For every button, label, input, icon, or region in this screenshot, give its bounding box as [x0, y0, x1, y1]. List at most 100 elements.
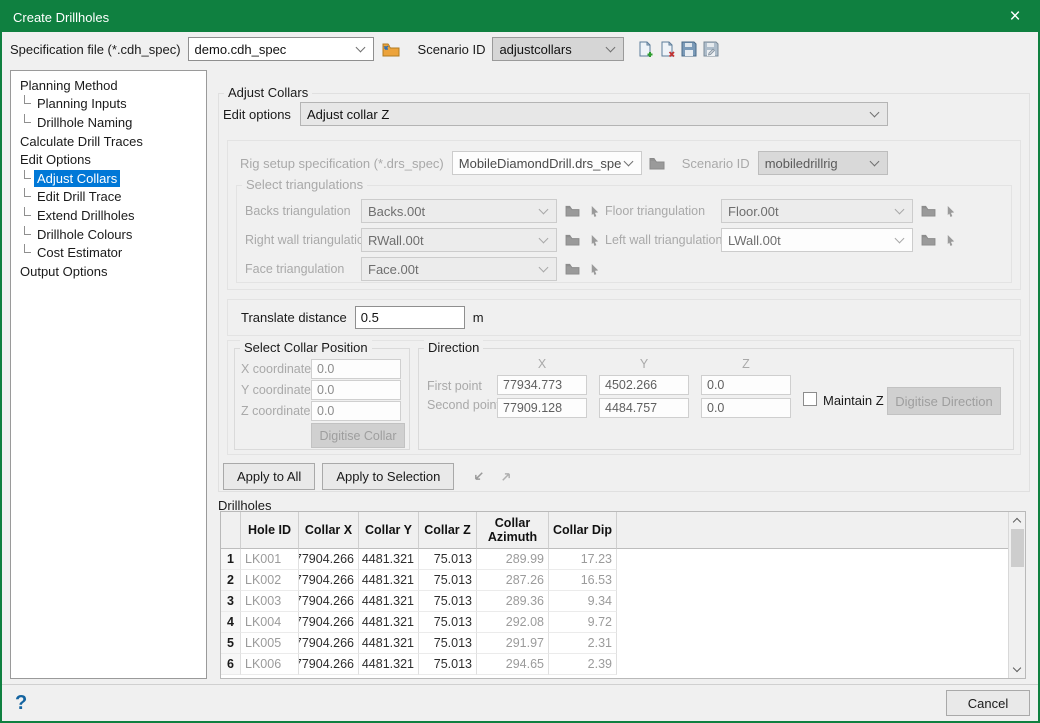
maintain-z-checkbox[interactable]: [803, 392, 817, 406]
chevron-down-icon: [869, 108, 879, 118]
cell-collar-z[interactable]: 75.013: [419, 591, 477, 612]
sidebar-item-adjust-collars[interactable]: Adjust Collars: [17, 169, 206, 188]
window-title: Create Drillholes: [13, 10, 109, 25]
sidebar-item-planning-inputs[interactable]: Planning Inputs: [17, 95, 206, 114]
cell-collar-dip[interactable]: 2.39: [549, 654, 617, 675]
cell-collar-x[interactable]: 77904.266: [299, 633, 359, 654]
pick-cursor-icon: [583, 258, 605, 280]
cancel-button[interactable]: Cancel: [946, 690, 1030, 716]
cell-collar-dip[interactable]: 2.31: [549, 633, 617, 654]
direction-y-header: Y: [599, 357, 689, 371]
cell-hole-id[interactable]: LK005: [241, 633, 299, 654]
cell-collar-y[interactable]: 4481.321: [359, 633, 419, 654]
cell-collar-y[interactable]: 4481.321: [359, 549, 419, 570]
direction-x-header: X: [497, 357, 587, 371]
col-header-collar-azimuth: Collar Azimuth: [477, 512, 549, 549]
face-triangulation-select: Face.00t: [361, 257, 557, 281]
sidebar-item-planning-method[interactable]: Planning Method: [17, 76, 206, 95]
select-collar-position-group: Select Collar Position X coordinate 0.0 …: [234, 348, 410, 450]
cell-collar-x[interactable]: 77904.266: [299, 570, 359, 591]
chevron-down-icon: [895, 205, 905, 215]
cell-collar-y[interactable]: 4481.321: [359, 570, 419, 591]
cell-collar-azimuth[interactable]: 292.08: [477, 612, 549, 633]
scrollbar-thumb[interactable]: [1011, 529, 1024, 567]
cell-hole-id[interactable]: LK003: [241, 591, 299, 612]
cell-collar-dip[interactable]: 17.23: [549, 549, 617, 570]
translate-distance-unit: m: [473, 310, 484, 325]
row-number[interactable]: 6: [221, 654, 241, 675]
cell-collar-z[interactable]: 75.013: [419, 654, 477, 675]
new-scenario-icon[interactable]: [634, 38, 656, 60]
sidebar-item-output-options[interactable]: Output Options: [17, 262, 206, 281]
cell-hole-id[interactable]: LK001: [241, 549, 299, 570]
select-triangulations-title: Select triangulations: [242, 177, 367, 192]
spec-file-select[interactable]: demo.cdh_spec: [188, 37, 374, 61]
main-panel: Adjust Collars Edit options Adjust colla…: [212, 68, 1034, 679]
row-number[interactable]: 4: [221, 612, 241, 633]
scroll-up-icon[interactable]: [1009, 512, 1026, 529]
row-number[interactable]: 3: [221, 591, 241, 612]
apply-to-all-button[interactable]: Apply to All: [223, 463, 315, 490]
open-folder-icon[interactable]: [380, 38, 402, 60]
cell-collar-x[interactable]: 77904.266: [299, 549, 359, 570]
row-number[interactable]: 1: [221, 549, 241, 570]
sidebar-item-edit-drill-trace[interactable]: Edit Drill Trace: [17, 188, 206, 207]
cell-collar-x[interactable]: 77904.266: [299, 654, 359, 675]
scenario-id-select[interactable]: adjustcollars: [492, 37, 624, 61]
delete-scenario-icon[interactable]: [656, 38, 678, 60]
sidebar-item-drillhole-colours[interactable]: Drillhole Colours: [17, 225, 206, 244]
cell-hole-id[interactable]: LK006: [241, 654, 299, 675]
table-vertical-scrollbar[interactable]: [1008, 512, 1025, 678]
cell-collar-z[interactable]: 75.013: [419, 612, 477, 633]
translate-distance-input[interactable]: [355, 306, 465, 329]
cell-collar-y[interactable]: 4481.321: [359, 612, 419, 633]
close-icon[interactable]: ×: [998, 2, 1032, 32]
cell-collar-z[interactable]: 75.013: [419, 549, 477, 570]
cell-collar-x[interactable]: 77904.266: [299, 591, 359, 612]
scroll-down-icon[interactable]: [1009, 661, 1026, 678]
z-coordinate-label: Z coordinate: [241, 404, 311, 418]
cell-hole-id[interactable]: LK002: [241, 570, 299, 591]
chevron-down-icon: [539, 263, 549, 273]
cell-collar-dip[interactable]: 9.34: [549, 591, 617, 612]
edit-options-label: Edit options: [223, 107, 291, 122]
cell-collar-z[interactable]: 75.013: [419, 633, 477, 654]
cell-collar-y[interactable]: 4481.321: [359, 654, 419, 675]
cell-collar-azimuth[interactable]: 287.26: [477, 570, 549, 591]
cell-collar-azimuth[interactable]: 289.36: [477, 591, 549, 612]
drillholes-table: Hole ID Collar X Collar Y Collar Z Colla…: [220, 511, 1026, 679]
row-number[interactable]: 5: [221, 633, 241, 654]
chevron-down-icon: [355, 43, 365, 53]
folder-icon: [646, 152, 668, 174]
save-icon[interactable]: [678, 38, 700, 60]
sidebar-item-extend-drillholes[interactable]: Extend Drillholes: [17, 206, 206, 225]
cell-collar-azimuth[interactable]: 294.65: [477, 654, 549, 675]
cell-collar-z[interactable]: 75.013: [419, 570, 477, 591]
cell-collar-azimuth[interactable]: 289.99: [477, 549, 549, 570]
direction-z-header: Z: [701, 357, 791, 371]
cell-collar-y[interactable]: 4481.321: [359, 591, 419, 612]
sidebar-item-cost-estimator[interactable]: Cost Estimator: [17, 243, 206, 262]
apply-to-selection-button[interactable]: Apply to Selection: [322, 463, 454, 490]
col-header-hole-id: Hole ID: [241, 512, 299, 549]
cell-hole-id[interactable]: LK004: [241, 612, 299, 633]
second-point-y-input: 4484.757: [599, 398, 689, 418]
rig-spec-select: MobileDiamondDrill.drs_spec: [452, 151, 642, 175]
sidebar-item-drillhole-naming[interactable]: Drillhole Naming: [17, 113, 206, 132]
help-icon[interactable]: ?: [15, 692, 27, 715]
sidebar-item-calculate-drill-traces[interactable]: Calculate Drill Traces: [17, 132, 206, 151]
save-as-icon[interactable]: [700, 38, 722, 60]
x-coordinate-input: 0.0: [311, 359, 401, 379]
edit-options-select[interactable]: Adjust collar Z: [300, 102, 888, 126]
first-point-label: First point: [427, 379, 482, 393]
cell-collar-dip[interactable]: 16.53: [549, 570, 617, 591]
cell-collar-dip[interactable]: 9.72: [549, 612, 617, 633]
sidebar-item-edit-options[interactable]: Edit Options: [17, 150, 206, 169]
cell-collar-azimuth[interactable]: 291.97: [477, 633, 549, 654]
left-wall-triangulation-label: Left wall triangulation: [605, 233, 717, 247]
cell-collar-x[interactable]: 77904.266: [299, 612, 359, 633]
folder-icon: [917, 200, 939, 222]
footer-bar: ? Cancel: [2, 684, 1038, 721]
first-point-y-input: 4502.266: [599, 375, 689, 395]
row-number[interactable]: 2: [221, 570, 241, 591]
